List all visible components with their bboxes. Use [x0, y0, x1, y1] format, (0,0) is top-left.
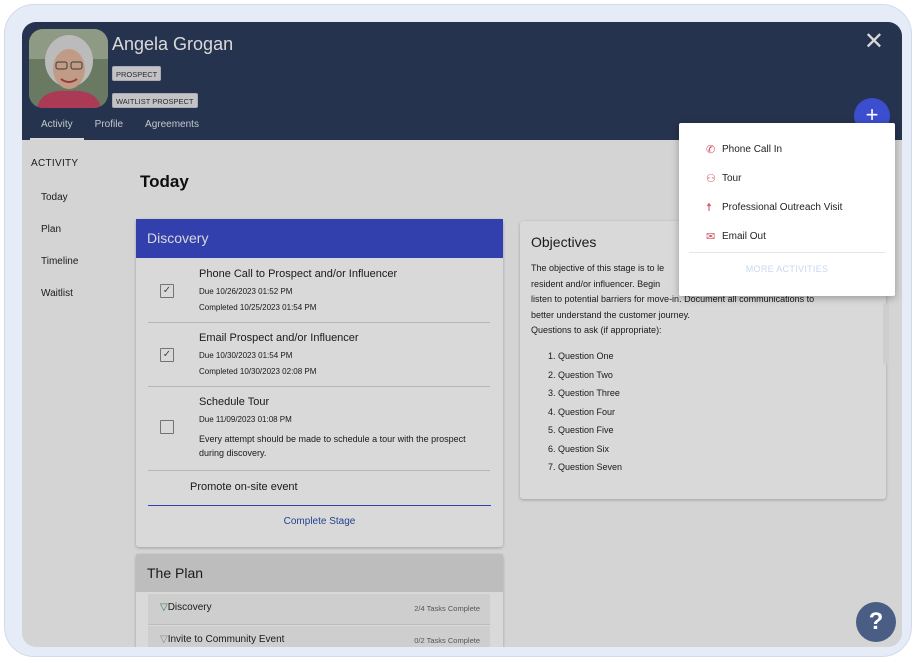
phone-icon: ✆	[706, 144, 716, 156]
menu-item-phone-call-in[interactable]: ✆ Phone Call In	[706, 143, 782, 156]
envelope-icon: ✉	[706, 231, 716, 243]
menu-item-email-out[interactable]: ✉ Email Out	[706, 230, 766, 243]
app-screen: Angela Grogan PROSPECT WAITLIST PROSPECT…	[22, 22, 902, 647]
help-button[interactable]: ?	[856, 602, 896, 642]
menu-item-label: Tour	[722, 173, 742, 184]
menu-divider	[689, 252, 885, 253]
menu-item-label: Professional Outreach Visit	[722, 202, 843, 213]
menu-item-tour[interactable]: ⚇ Tour	[706, 172, 741, 185]
people-icon: ⚇	[706, 173, 716, 185]
menu-item-professional-outreach-visit[interactable]: ☨ Professional Outreach Visit	[706, 201, 842, 214]
more-activities-button[interactable]: MORE ACTIVITIES	[679, 264, 895, 274]
device-frame: Angela Grogan PROSPECT WAITLIST PROSPECT…	[4, 4, 912, 657]
modal-backdrop[interactable]	[22, 22, 902, 647]
menu-item-label: Phone Call In	[722, 144, 783, 155]
menu-item-label: Email Out	[722, 231, 766, 242]
person-outreach-icon: ☨	[706, 202, 712, 214]
add-activity-menu: ✆ Phone Call In ⚇ Tour ☨ Professional Ou…	[679, 123, 895, 296]
